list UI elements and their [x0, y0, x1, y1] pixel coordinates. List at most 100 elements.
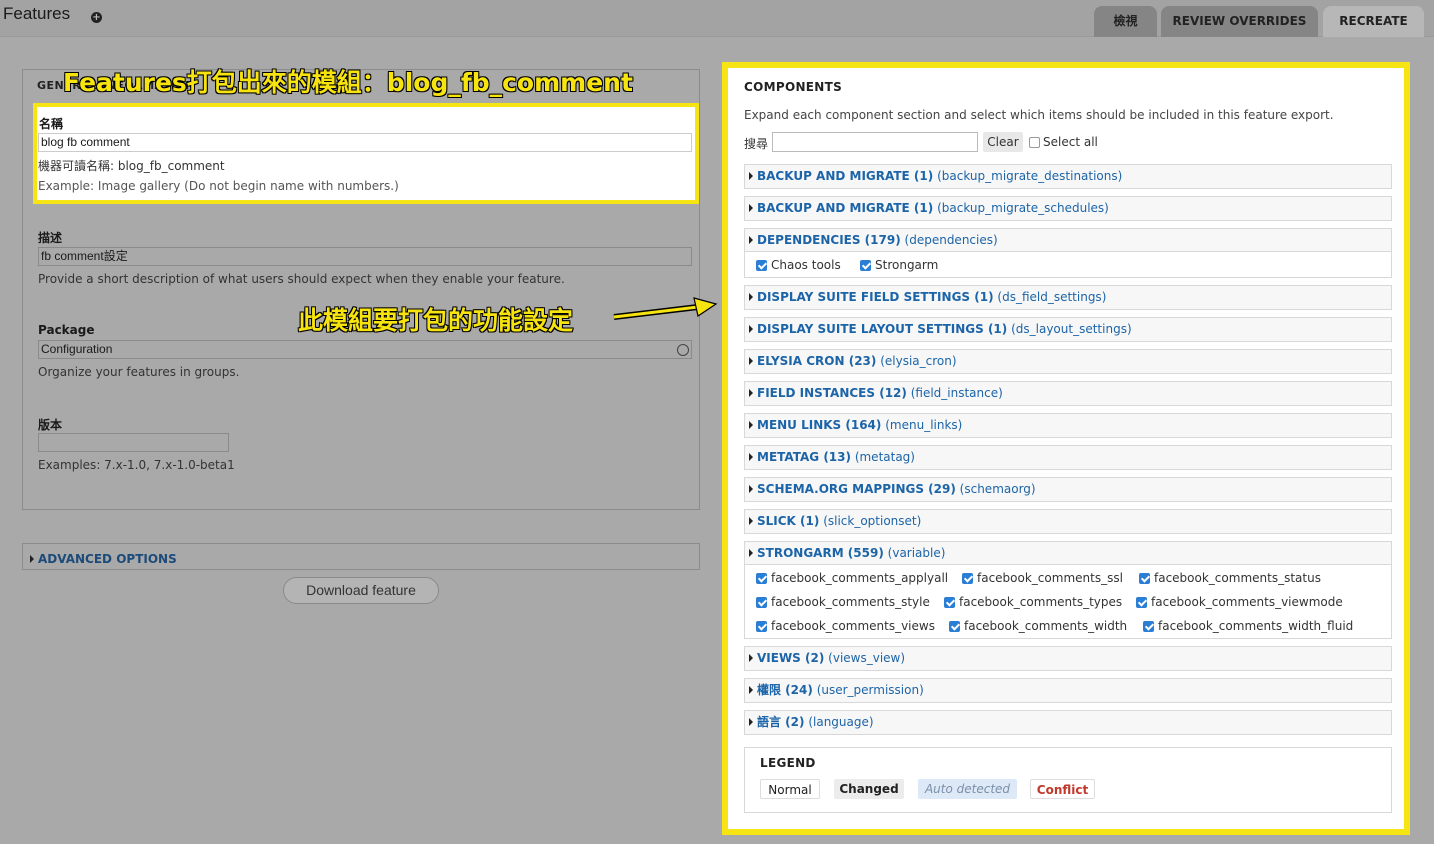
add-shortcut-icon[interactable]: +	[91, 12, 102, 23]
section-key: (backup_migrate_destinations)	[937, 169, 1123, 183]
section-dependencies[interactable]: DEPENDENCIES (179) (dependencies)	[744, 228, 1392, 278]
variable-label: facebook_comments_ssl	[977, 571, 1123, 585]
description-label: 描述	[38, 231, 63, 245]
section-elysia-cron[interactable]: ELYSIA CRON (23) (elysia_cron)	[744, 349, 1392, 374]
section-ds-layout-settings[interactable]: DISPLAY SUITE LAYOUT SETTINGS (1) (ds_la…	[744, 317, 1392, 342]
dependency-checkbox[interactable]	[756, 260, 767, 271]
collapsed-triangle-icon	[749, 549, 753, 557]
search-label: 搜尋	[744, 137, 769, 151]
section-header[interactable]: SCHEMA.ORG MAPPINGS (29) (schemaorg)	[749, 478, 1036, 501]
section-name: DISPLAY SUITE FIELD SETTINGS (1)	[757, 290, 994, 304]
variable-checkbox[interactable]	[949, 621, 960, 632]
variable-label: facebook_comments_types	[959, 595, 1123, 609]
section-metatag[interactable]: METATAG (13) (metatag)	[744, 445, 1392, 470]
section-key: (field_instance)	[910, 386, 1003, 400]
collapsed-triangle-icon	[30, 555, 34, 563]
arrow-icon	[613, 297, 718, 320]
section-key: (metatag)	[854, 450, 915, 464]
collapsed-triangle-icon	[749, 293, 753, 301]
dependency-checkbox[interactable]	[860, 260, 871, 271]
section-name: SCHEMA.ORG MAPPINGS (29)	[757, 482, 956, 496]
collapsed-triangle-icon	[749, 453, 753, 461]
section-key: (dependencies)	[904, 233, 998, 247]
collapsed-triangle-icon	[749, 172, 753, 180]
section-header[interactable]: DEPENDENCIES (179) (dependencies)	[749, 229, 998, 252]
section-backup-schedules[interactable]: BACKUP AND MIGRATE (1) (backup_migrate_s…	[744, 196, 1392, 221]
section-key: (slick_optionset)	[823, 514, 922, 528]
section-header[interactable]: DISPLAY SUITE FIELD SETTINGS (1) (ds_fie…	[749, 286, 1106, 309]
section-header[interactable]: FIELD INSTANCES (12) (field_instance)	[749, 382, 1003, 405]
section-views[interactable]: VIEWS (2) (views_view)	[744, 646, 1392, 671]
section-header[interactable]: SLICK (1) (slick_optionset)	[749, 510, 921, 533]
section-key: (menu_links)	[885, 418, 963, 432]
section-slick[interactable]: SLICK (1) (slick_optionset)	[744, 509, 1392, 534]
section-menu-links[interactable]: MENU LINKS (164) (menu_links)	[744, 413, 1392, 438]
package-help: Organize your features in groups.	[38, 365, 240, 379]
section-header[interactable]: MENU LINKS (164) (menu_links)	[749, 414, 962, 437]
section-name: SLICK (1)	[757, 514, 820, 528]
download-feature-button[interactable]: Download feature	[283, 577, 439, 604]
section-schemaorg[interactable]: SCHEMA.ORG MAPPINGS (29) (schemaorg)	[744, 477, 1392, 502]
collapsed-triangle-icon	[749, 654, 753, 662]
section-header[interactable]: DISPLAY SUITE LAYOUT SETTINGS (1) (ds_la…	[749, 318, 1132, 341]
dependency-label: Strongarm	[875, 258, 939, 272]
section-header[interactable]: 語言 (2) (language)	[749, 711, 874, 734]
variable-checkbox[interactable]	[756, 621, 767, 632]
version-label: 版本	[38, 418, 63, 432]
name-help: Example: Image gallery (Do not begin nam…	[38, 179, 399, 193]
section-header[interactable]: 權限 (24) (user_permission)	[749, 679, 924, 702]
components-title: COMPONENTS	[744, 80, 843, 94]
section-header[interactable]: ELYSIA CRON (23) (elysia_cron)	[749, 350, 957, 373]
section-name: MENU LINKS (164)	[757, 418, 882, 432]
variable-checkbox[interactable]	[944, 597, 955, 608]
description-input[interactable]: fb comment設定	[38, 247, 692, 266]
section-name: BACKUP AND MIGRATE (1)	[757, 201, 934, 215]
package-input[interactable]: Configuration	[38, 340, 692, 359]
section-key: (ds_field_settings)	[997, 290, 1107, 304]
variable-checkbox[interactable]	[962, 573, 973, 584]
variable-label: facebook_comments_views	[771, 619, 935, 633]
collapsed-triangle-icon	[749, 204, 753, 212]
section-header[interactable]: BACKUP AND MIGRATE (1) (backup_migrate_s…	[749, 197, 1109, 220]
name-input[interactable]: blog fb comment	[38, 133, 692, 152]
collapsed-triangle-icon	[749, 485, 753, 493]
description-help: Provide a short description of what user…	[38, 272, 565, 286]
section-header[interactable]: STRONGARM (559) (variable)	[749, 542, 945, 565]
section-header[interactable]: VIEWS (2) (views_view)	[749, 647, 905, 670]
collapsed-triangle-icon	[749, 389, 753, 397]
select-all-label: Select all	[1043, 135, 1098, 149]
variable-label: facebook_comments_width_fluid	[1158, 619, 1354, 633]
search-input[interactable]	[772, 132, 978, 152]
clear-button[interactable]: Clear	[983, 132, 1023, 152]
collapsed-triangle-icon	[749, 517, 753, 525]
section-name: METATAG (13)	[757, 450, 851, 464]
variable-checkbox[interactable]	[1139, 573, 1150, 584]
section-ds-field-settings[interactable]: DISPLAY SUITE FIELD SETTINGS (1) (ds_fie…	[744, 285, 1392, 310]
select-all-checkbox[interactable]	[1029, 137, 1040, 148]
legend-changed: Changed	[834, 779, 904, 799]
variable-checkbox[interactable]	[756, 573, 767, 584]
section-user-permission[interactable]: 權限 (24) (user_permission)	[744, 678, 1392, 703]
tab-recreate[interactable]: RECREATE	[1323, 6, 1424, 37]
version-input[interactable]	[38, 433, 229, 452]
tab-view[interactable]: 檢視	[1094, 6, 1157, 37]
section-key: (variable)	[887, 546, 946, 560]
section-backup-destinations[interactable]: BACKUP AND MIGRATE (1) (backup_migrate_d…	[744, 164, 1392, 189]
section-language[interactable]: 語言 (2) (language)	[744, 710, 1392, 735]
section-name: 權限 (24)	[757, 683, 813, 697]
advanced-options-toggle[interactable]: ADVANCED OPTIONS	[30, 552, 177, 566]
section-header[interactable]: BACKUP AND MIGRATE (1) (backup_migrate_d…	[749, 165, 1122, 188]
variable-label: facebook_comments_applyall	[771, 571, 949, 585]
advanced-options-label: ADVANCED OPTIONS	[38, 552, 177, 566]
section-key: (ds_layout_settings)	[1011, 322, 1132, 336]
module-callout: Features打包出來的模組：blog_fb_comment	[62, 67, 633, 97]
variable-checkbox[interactable]	[1136, 597, 1147, 608]
tab-review-overrides[interactable]: REVIEW OVERRIDES	[1161, 6, 1318, 37]
section-key: (user_permission)	[816, 683, 924, 697]
section-field-instances[interactable]: FIELD INSTANCES (12) (field_instance)	[744, 381, 1392, 406]
variable-checkbox[interactable]	[756, 597, 767, 608]
variable-checkbox[interactable]	[1143, 621, 1154, 632]
section-header[interactable]: METATAG (13) (metatag)	[749, 446, 915, 469]
version-help: Examples: 7.x-1.0, 7.x-1.0-beta1	[38, 458, 235, 472]
variable-label: facebook_comments_style	[771, 595, 930, 609]
